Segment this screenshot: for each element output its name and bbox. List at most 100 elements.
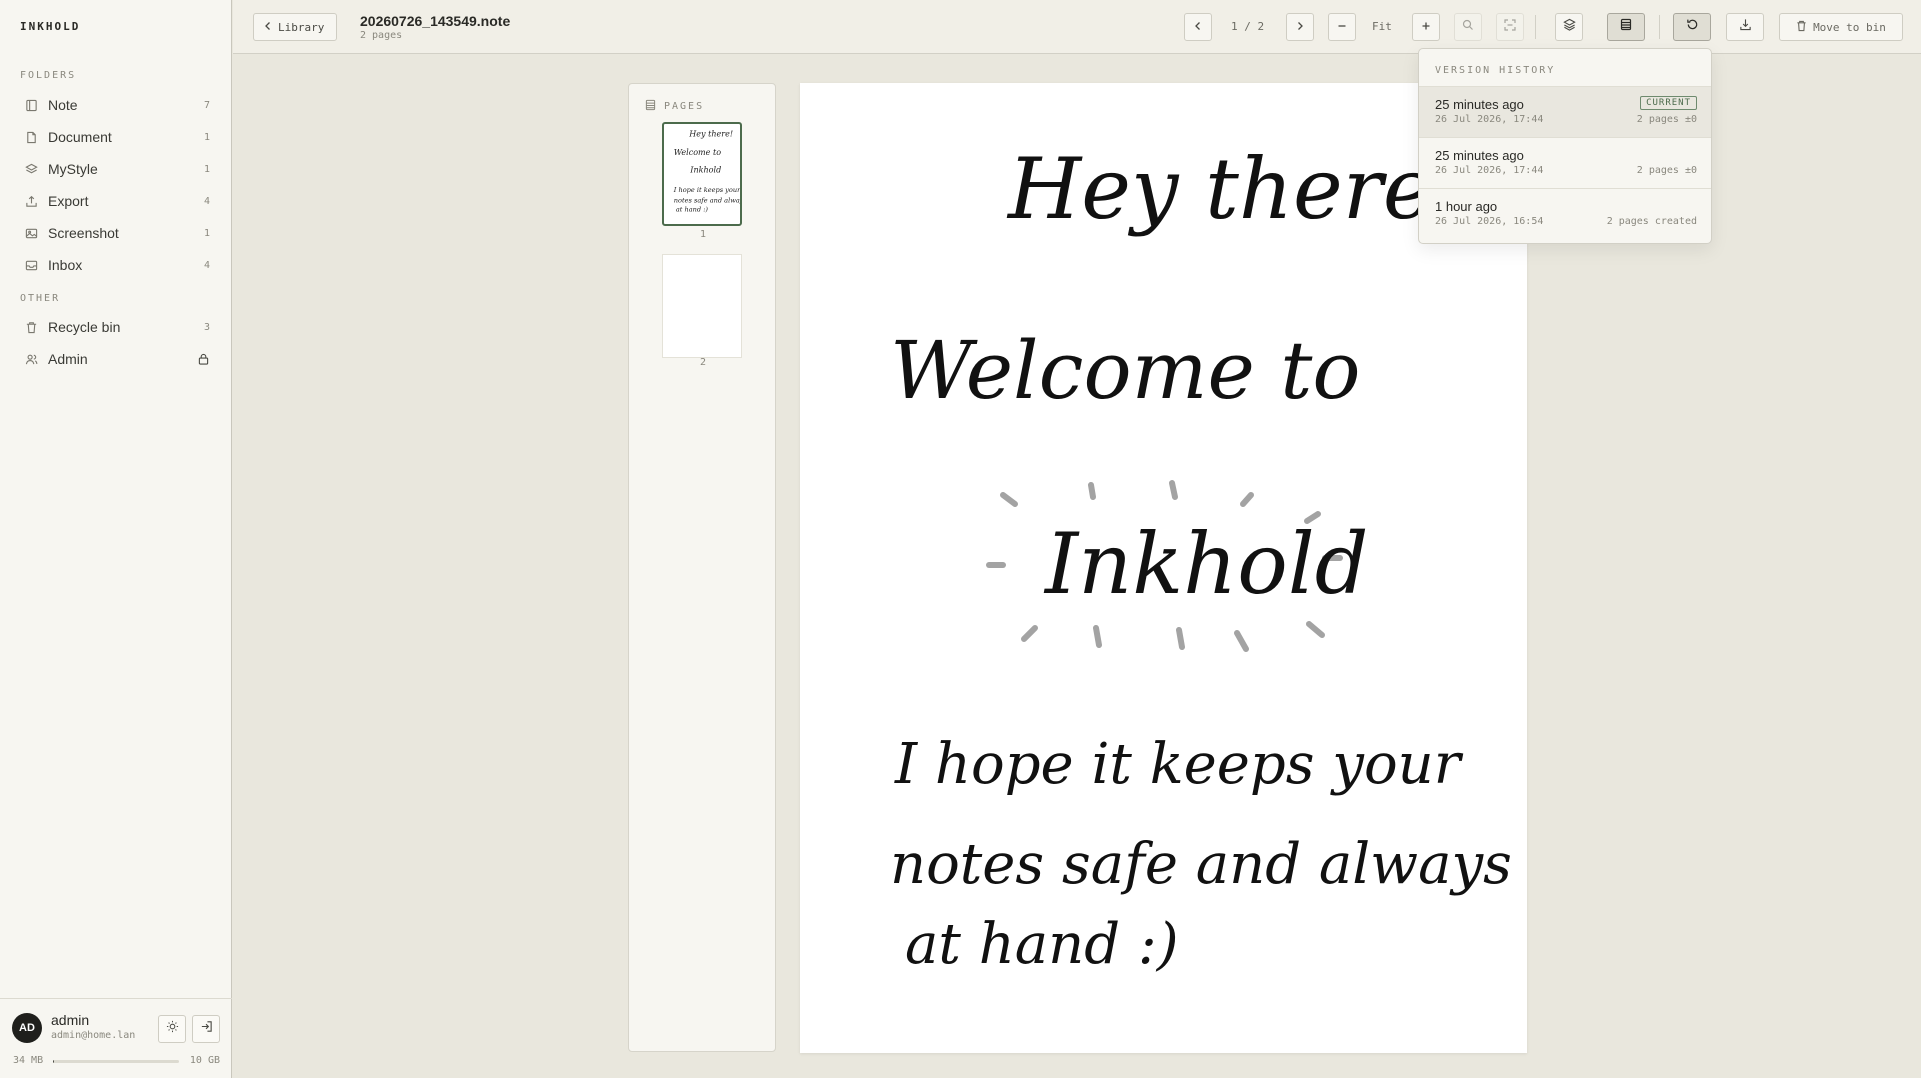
version-history-item[interactable]: 25 minutes ago 26 Jul 2026, 17:44 2 page… (1419, 137, 1711, 188)
pages-panel-title: PAGES (664, 101, 705, 112)
sidebar-item-screenshot[interactable]: Screenshot 1 (8, 218, 224, 248)
version-timestamp: 26 Jul 2026, 16:54 (1435, 216, 1544, 227)
svg-text:Inkhold: Inkhold (689, 165, 721, 174)
library-back-button[interactable]: Library (253, 13, 338, 41)
current-version-badge: CURRENT (1640, 96, 1697, 110)
sidebar-item-mystyle[interactable]: MyStyle 1 (8, 154, 224, 184)
scan-icon (1504, 18, 1516, 36)
sidebar-item-label: Recycle bin (48, 319, 121, 335)
zoom-in-button[interactable] (1412, 13, 1440, 41)
version-history-item[interactable]: 1 hour ago 26 Jul 2026, 16:54 2 pages cr… (1419, 188, 1711, 239)
toolbar-divider (1535, 15, 1536, 39)
document-icon (24, 130, 38, 144)
page-thumbnail[interactable]: Hey there! Welcome to Inkhold I hope it … (662, 122, 748, 226)
sidebar-item-export[interactable]: Export 4 (8, 186, 224, 216)
svg-text:I hope it keeps your: I hope it keeps your (894, 732, 1464, 797)
chevron-left-icon (1194, 18, 1202, 36)
layers-button[interactable] (1555, 13, 1583, 41)
sidebar-item-count: 7 (203, 99, 210, 111)
storage-bar (53, 1060, 179, 1063)
svg-text:I hope it keeps your: I hope it keeps your (673, 186, 740, 194)
sidebar-item-count: 1 (203, 163, 210, 175)
version-meta: 2 pages created (1606, 216, 1697, 227)
move-to-bin-button[interactable]: Move to bin (1779, 13, 1903, 41)
avatar[interactable]: AD (12, 1013, 42, 1043)
plus-icon (1421, 18, 1431, 36)
sidebar-item-label: Export (48, 193, 89, 209)
sidebar-item-inbox[interactable]: Inbox 4 (8, 250, 224, 280)
sun-icon (166, 1020, 179, 1038)
toolbar: Library 20260726_143549.note 2 pages 1 /… (233, 0, 1921, 54)
export-icon (24, 194, 38, 208)
sidebar-item-document[interactable]: Document 1 (8, 122, 224, 152)
version-relative-time: 1 hour ago (1435, 199, 1498, 214)
logout-button[interactable] (192, 1015, 220, 1043)
svg-text:Inkhold: Inkhold (1043, 515, 1369, 613)
sidebar-item-label: Note (48, 97, 78, 113)
inbox-icon (24, 258, 38, 272)
sidebar-item-note[interactable]: Note 7 (8, 90, 224, 120)
search-button[interactable] (1454, 13, 1482, 41)
sidebar-item-label: MyStyle (48, 161, 98, 177)
sidebar-item-count: 1 (203, 227, 210, 239)
library-label: Library (278, 20, 325, 34)
download-button[interactable] (1726, 13, 1764, 41)
minus-icon (1337, 18, 1347, 36)
svg-text:notes safe and always: notes safe and always (890, 832, 1512, 897)
sidebar-item-count: 3 (203, 321, 210, 333)
layers-icon (1562, 18, 1576, 36)
chevron-right-icon (1296, 18, 1304, 36)
pages-panel-toggle-button[interactable] (1607, 13, 1645, 41)
image-icon (24, 226, 38, 240)
previous-page-button[interactable] (1184, 13, 1212, 41)
page-thumbnail-preview: Hey there! Welcome to Inkhold I hope it … (673, 129, 748, 214)
ocr-button[interactable] (1496, 13, 1524, 41)
folders-section-label: FOLDERS (20, 70, 77, 81)
storage-used: 34 MB (13, 1055, 44, 1066)
page-thumbnail-number: 2 (699, 357, 707, 368)
document-title: 20260726_143549.note (360, 13, 511, 29)
toolbar-divider (1659, 15, 1660, 39)
sidebar-item-count: 4 (203, 259, 210, 271)
zoom-level[interactable]: Fit (1372, 20, 1392, 33)
trash-icon (24, 320, 38, 334)
sidebar-item-label: Screenshot (48, 225, 119, 241)
version-relative-time: 25 minutes ago (1435, 148, 1524, 163)
svg-text:at hand :): at hand :) (676, 206, 709, 214)
user-panel: AD admin admin@home.lan 34 MB 10 GB (0, 998, 232, 1078)
theme-toggle-button[interactable] (158, 1015, 186, 1043)
sidebar-item-label: Inbox (48, 257, 83, 273)
sidebar-panel-icon (1620, 18, 1632, 36)
version-history-button[interactable] (1673, 13, 1711, 41)
svg-text:notes safe and always: notes safe and always (674, 196, 740, 204)
pages-panel-header: PAGES (645, 99, 704, 114)
next-page-button[interactable] (1286, 13, 1314, 41)
notebook-icon (24, 98, 38, 112)
svg-text:at hand :): at hand :) (905, 912, 1179, 977)
version-meta: 2 pages ±0 (1636, 114, 1697, 125)
version-timestamp: 26 Jul 2026, 17:44 (1435, 114, 1544, 125)
pages-panel: PAGES Hey there! Welcome to Inkhold I ho… (628, 83, 776, 1052)
page-indicator: 1 / 2 (1231, 20, 1265, 33)
version-history-item[interactable]: 25 minutes ago CURRENT 26 Jul 2026, 17:4… (1419, 86, 1711, 137)
page-thumbnail[interactable] (662, 254, 742, 358)
search-icon (1462, 18, 1474, 36)
storage-total: 10 GB (189, 1055, 220, 1066)
document-page-count: 2 pages (360, 30, 403, 41)
handwritten-text: Hey there! Welcome to Inkhold I hope it … (890, 140, 1512, 977)
sidebar-item-admin[interactable]: Admin (8, 344, 224, 374)
zoom-out-button[interactable] (1328, 13, 1356, 41)
version-history-title: VERSION HISTORY (1435, 65, 1556, 76)
svg-text:Welcome to: Welcome to (890, 324, 1361, 417)
page-thumbnail-number: 1 (699, 229, 707, 240)
version-history-popover: VERSION HISTORY 25 minutes ago CURRENT 2… (1418, 48, 1712, 244)
sidebar-item-count: 4 (203, 195, 210, 207)
other-section-label: OTHER (20, 293, 61, 304)
sidebar-item-recycle-bin[interactable]: Recycle bin 3 (8, 312, 224, 342)
app-brand: INKHOLD (20, 20, 81, 33)
sidebar-item-label: Document (48, 129, 112, 145)
sidebar-item-label: Admin (48, 351, 88, 367)
users-icon (24, 352, 38, 366)
svg-text:Hey there!: Hey there! (688, 129, 733, 138)
trash-icon (1796, 20, 1807, 35)
